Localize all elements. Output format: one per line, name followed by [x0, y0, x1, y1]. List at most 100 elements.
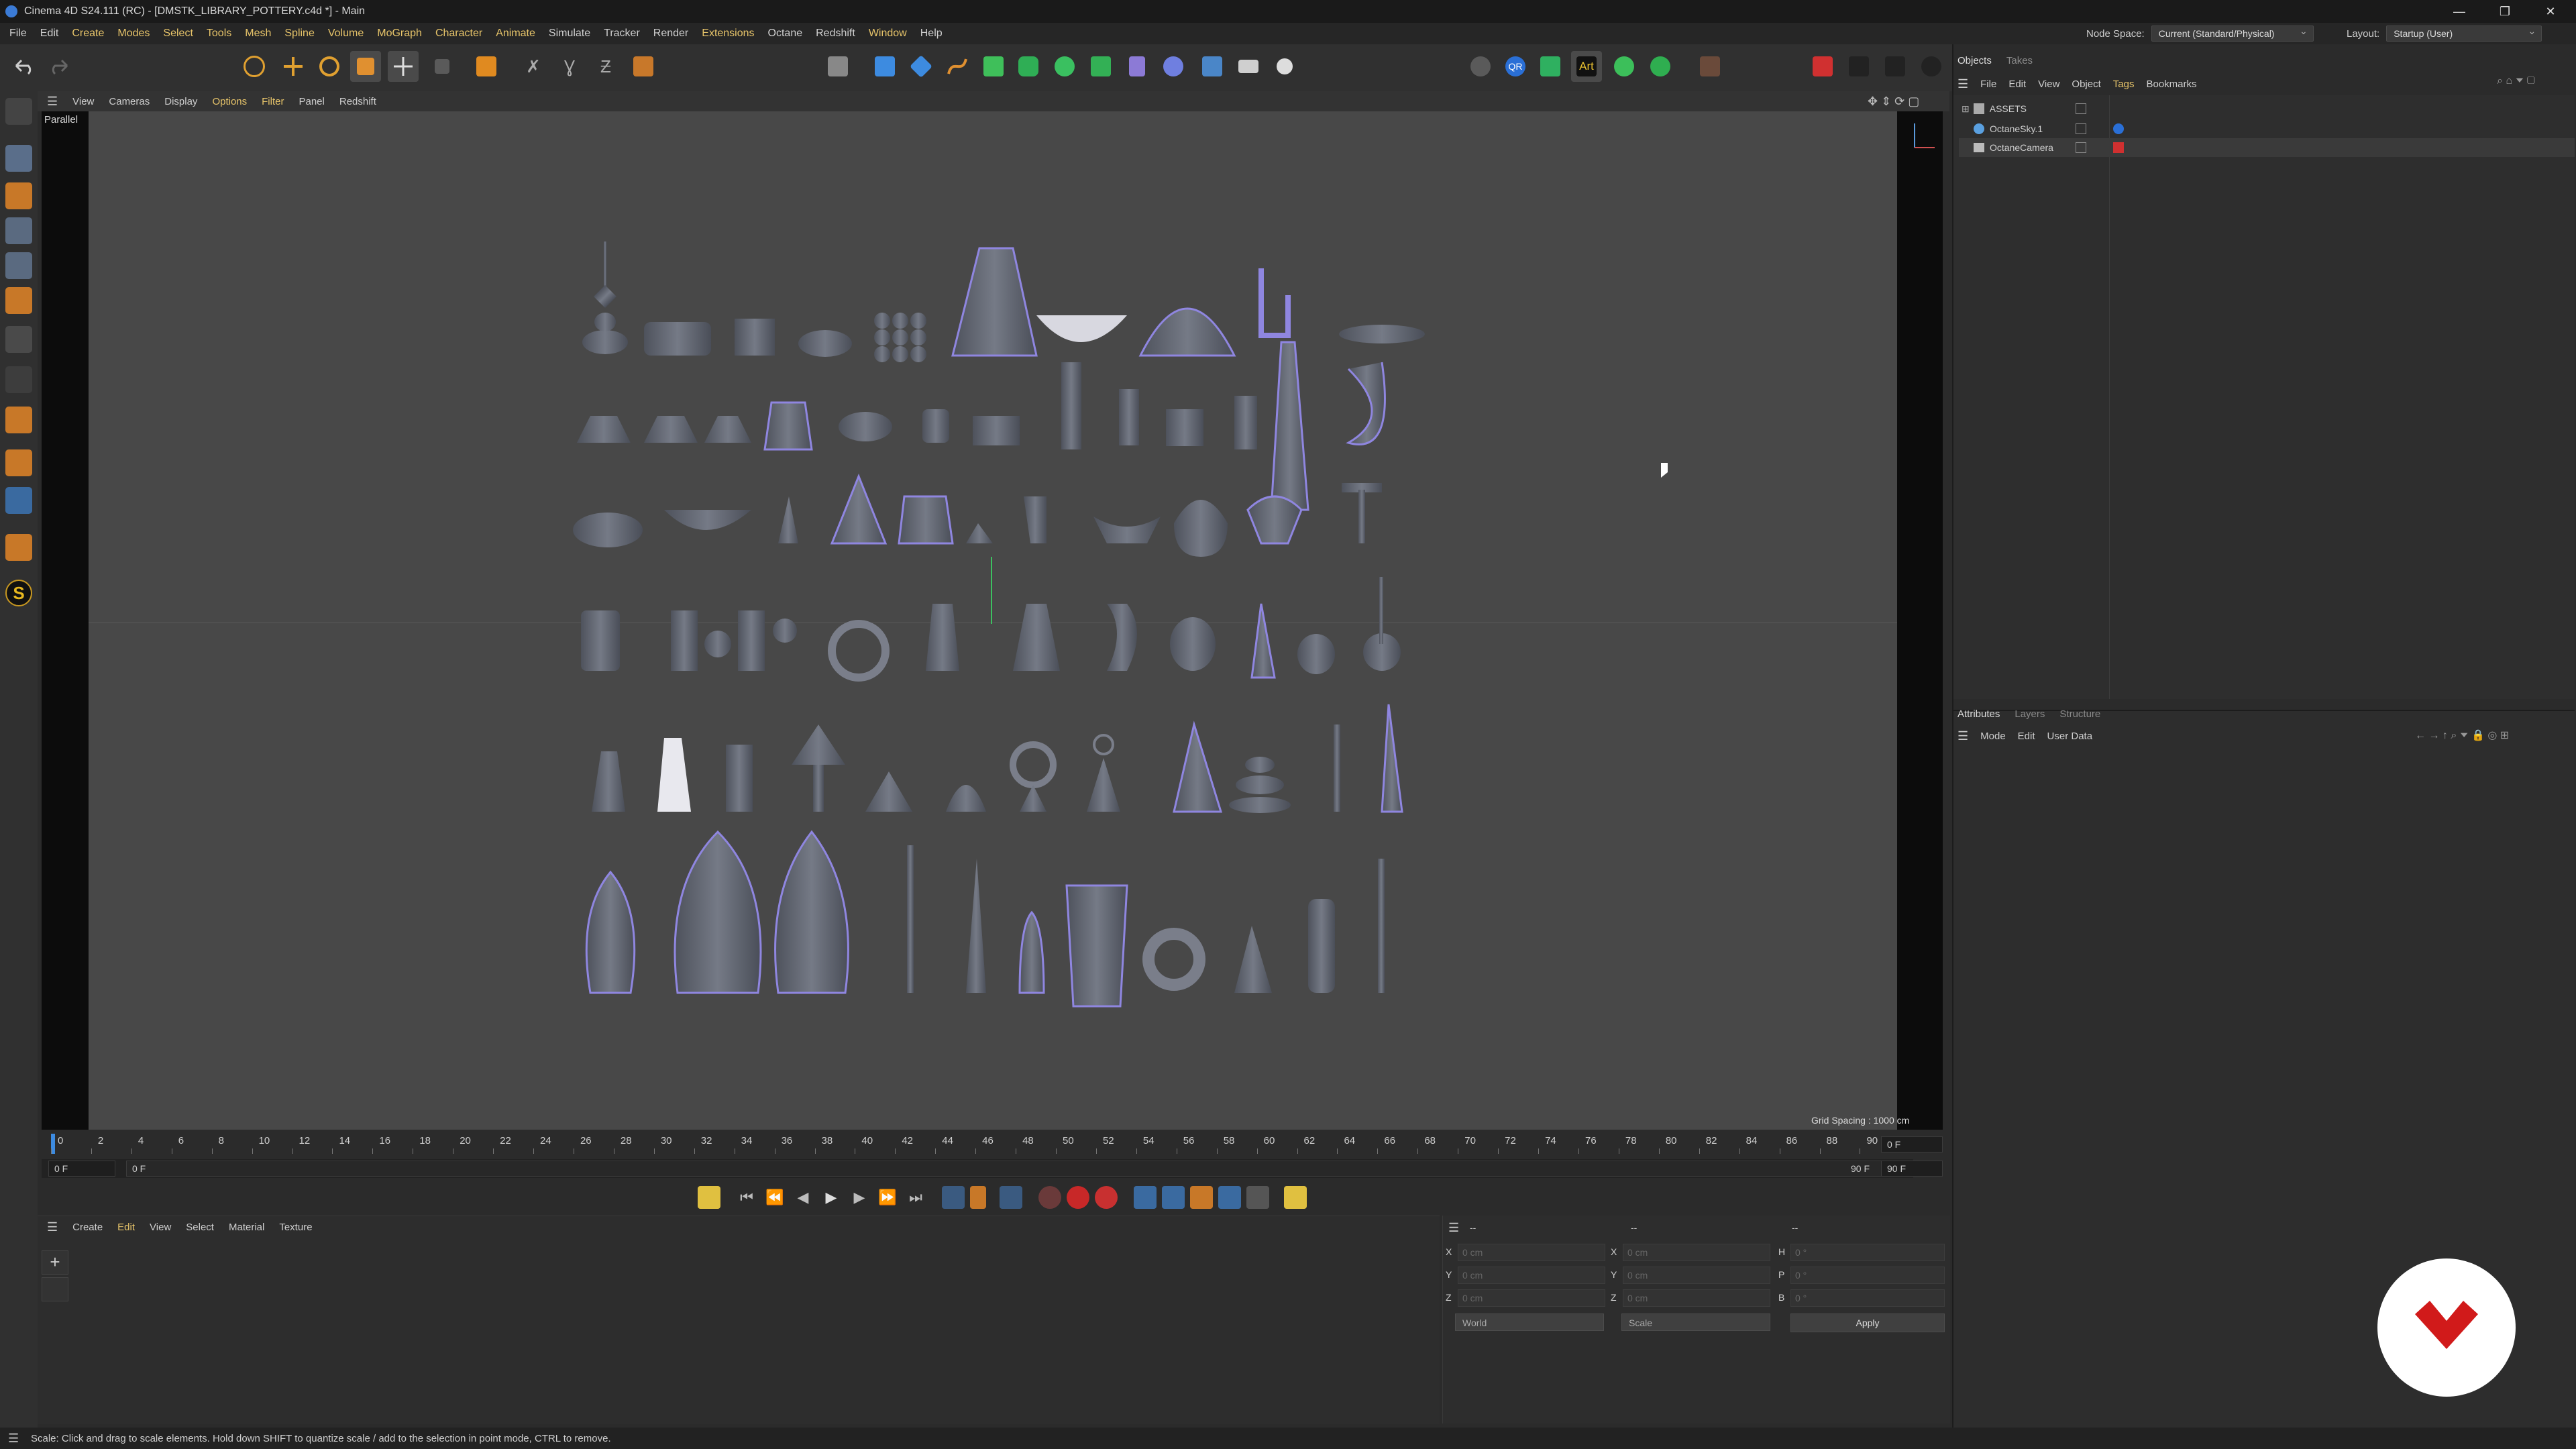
next-frame-button[interactable]: ▶: [848, 1186, 871, 1209]
end-frame-field[interactable]: 90 F: [1881, 1161, 1943, 1177]
record-button[interactable]: [1095, 1186, 1118, 1209]
qr-button[interactable]: QR: [1500, 51, 1531, 82]
mat-menu-texture[interactable]: Texture: [279, 1222, 312, 1233]
menu-simulate[interactable]: Simulate: [549, 28, 590, 40]
axis-mode-button[interactable]: [5, 366, 32, 393]
object-row-octanecamera[interactable]: OctaneCamera: [1959, 138, 2575, 157]
octane-material-button[interactable]: [1535, 51, 1566, 82]
coords-hamburger-icon[interactable]: ☰: [1448, 1221, 1459, 1235]
render-view-button[interactable]: [1807, 51, 1838, 82]
menu-create[interactable]: Create: [72, 28, 104, 40]
vp-menu-filter[interactable]: Filter: [262, 96, 284, 107]
camera-button[interactable]: [1233, 51, 1264, 82]
key-param-button[interactable]: [1218, 1186, 1241, 1209]
uv-mode-button[interactable]: [5, 326, 32, 353]
y-axis-button[interactable]: Ɣ: [554, 51, 585, 82]
menu-edit[interactable]: Edit: [40, 28, 59, 40]
move-button[interactable]: [278, 51, 309, 82]
key-rotation-button[interactable]: [1162, 1186, 1185, 1209]
light-button[interactable]: [1269, 51, 1300, 82]
menu-extensions[interactable]: Extensions: [702, 28, 754, 40]
primitive-button[interactable]: [906, 51, 936, 82]
rot-b-field[interactable]: 0 °: [1790, 1289, 1945, 1307]
menu-redshift[interactable]: Redshift: [816, 28, 855, 40]
object-row-octanesky[interactable]: OctaneSky.1: [1959, 119, 2575, 138]
menu-octane[interactable]: Octane: [768, 28, 803, 40]
menu-animate[interactable]: Animate: [496, 28, 535, 40]
minimize-button[interactable]: —: [2439, 0, 2479, 23]
field-button[interactable]: [1158, 51, 1189, 82]
coordinate-space-dropdown[interactable]: World: [1455, 1313, 1604, 1331]
key-position-button[interactable]: [1134, 1186, 1157, 1209]
art-button[interactable]: Art: [1571, 51, 1602, 82]
obj-menu-tags[interactable]: Tags: [2113, 78, 2135, 90]
timeline-range-bar[interactable]: 0 F 0 F 90 F: [42, 1159, 1913, 1178]
range-slider[interactable]: 0 F 90 F: [126, 1161, 1884, 1177]
vp-menu-cameras[interactable]: Cameras: [109, 96, 150, 107]
timeline-window-button[interactable]: [1284, 1186, 1307, 1209]
cube-button[interactable]: [869, 51, 900, 82]
layout-dropdown[interactable]: Startup (User): [2386, 23, 2542, 42]
objects-search-icons[interactable]: ⌕ ⌂ ⏷ ▢: [2497, 75, 2535, 87]
deformer-button[interactable]: [1122, 51, 1152, 82]
cloner-button[interactable]: [1049, 51, 1080, 82]
menu-render[interactable]: Render: [653, 28, 688, 40]
node-space-dropdown[interactable]: Current (Standard/Physical): [2151, 23, 2314, 42]
spline-pen-button[interactable]: [942, 51, 973, 82]
floor-button[interactable]: [1197, 51, 1228, 82]
key-scale-button[interactable]: [1190, 1186, 1213, 1209]
render-picture-viewer-button[interactable]: [1843, 51, 1874, 82]
edges-mode-button[interactable]: [5, 252, 32, 279]
render-settings-button[interactable]: [1916, 51, 1947, 82]
material-tool-button[interactable]: [42, 1277, 68, 1301]
mat-menu-view[interactable]: View: [150, 1222, 171, 1233]
grid-button[interactable]: [5, 487, 32, 514]
vp-menu-options[interactable]: Options: [212, 96, 247, 107]
undo-button[interactable]: [8, 51, 39, 82]
menu-tracker[interactable]: Tracker: [604, 28, 640, 40]
loop-button[interactable]: [942, 1186, 965, 1209]
select-tool-button[interactable]: [427, 51, 458, 82]
visibility-toggle[interactable]: [2076, 103, 2086, 114]
coordinate-system-button[interactable]: [628, 51, 659, 82]
obj-menu-file[interactable]: File: [1980, 78, 1996, 90]
z-axis-button[interactable]: Ƶ: [590, 51, 621, 82]
autokey-button[interactable]: [1067, 1186, 1089, 1209]
viewport-hamburger-icon[interactable]: ☰: [47, 95, 58, 109]
make-editable-button[interactable]: [5, 98, 32, 125]
play-button[interactable]: ▶: [820, 1186, 843, 1209]
mat-menu-select[interactable]: Select: [186, 1222, 214, 1233]
brush-button[interactable]: [5, 534, 32, 561]
octane-tag-icon[interactable]: [2113, 123, 2124, 134]
status-hamburger-icon[interactable]: ☰: [8, 1432, 19, 1446]
render-button[interactable]: [1880, 51, 1911, 82]
menu-mograph[interactable]: MoGraph: [377, 28, 422, 40]
close-button[interactable]: ✕: [2530, 0, 2571, 23]
render-region-button[interactable]: [822, 51, 853, 82]
mat-menu-material[interactable]: Material: [229, 1222, 264, 1233]
attr-menu-mode[interactable]: Mode: [1980, 731, 2006, 742]
playback-mode-button[interactable]: [970, 1186, 986, 1209]
tab-structure[interactable]: Structure: [2059, 708, 2100, 720]
prev-frame-button[interactable]: ◀: [792, 1186, 814, 1209]
fps-button[interactable]: [1000, 1186, 1022, 1209]
texture-mode-button[interactable]: [5, 182, 32, 209]
start-frame-field[interactable]: 0 F: [48, 1161, 115, 1177]
object-mode-button[interactable]: [471, 51, 502, 82]
tab-attributes[interactable]: Attributes: [1957, 708, 2000, 720]
prev-key-button[interactable]: ⏪: [763, 1186, 786, 1209]
keyframe-toggle-button[interactable]: [698, 1186, 720, 1209]
menu-mesh[interactable]: Mesh: [245, 28, 271, 40]
scale-x-field[interactable]: 0 cm: [1623, 1244, 1770, 1261]
vp-menu-display[interactable]: Display: [164, 96, 197, 107]
obj-menu-view[interactable]: View: [2038, 78, 2059, 90]
object-row-assets[interactable]: ⊞ ASSETS: [1959, 99, 2575, 118]
viewport-nav-icons[interactable]: ✥ ⇕ ⟳ ▢: [1868, 95, 1919, 109]
current-frame-field[interactable]: 0 F: [1881, 1136, 1943, 1152]
pos-x-field[interactable]: 0 cm: [1458, 1244, 1605, 1261]
attr-menu-edit[interactable]: Edit: [2018, 731, 2035, 742]
sculpt-s-button[interactable]: S: [5, 580, 32, 606]
menu-tools[interactable]: Tools: [207, 28, 231, 40]
obj-menu-bookmarks[interactable]: Bookmarks: [2146, 78, 2196, 90]
rot-h-field[interactable]: 0 °: [1790, 1244, 1945, 1261]
